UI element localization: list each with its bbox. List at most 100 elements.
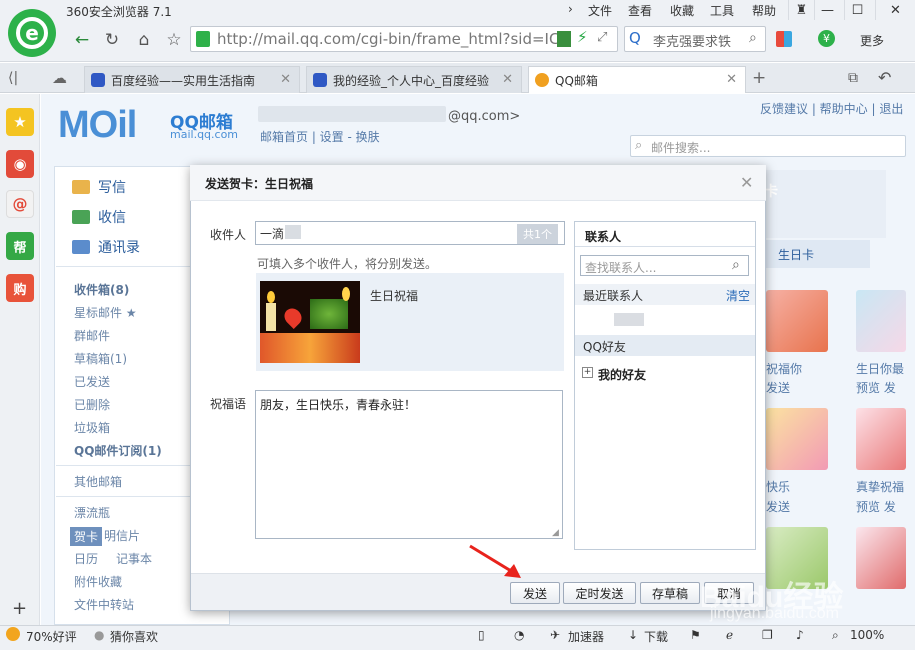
browser-logo[interactable]: e <box>8 9 56 57</box>
expand-plus-icon[interactable]: + <box>582 367 593 378</box>
card-thumbnail[interactable] <box>856 290 906 352</box>
app-attachments[interactable]: 附件收藏 <box>74 573 122 590</box>
zoom-icon[interactable]: ⌕ <box>832 628 839 643</box>
app-notes[interactable]: 记事本 <box>116 550 152 567</box>
cloud-icon[interactable]: ☁ <box>52 69 67 87</box>
qrcode-icon[interactable] <box>557 31 571 47</box>
tab-close-icon[interactable]: ✕ <box>502 72 513 87</box>
search-box[interactable]: Q 李克强要求铁 ⌕ <box>624 26 766 52</box>
guess-you-like[interactable]: 猜你喜欢 <box>110 628 158 645</box>
weibo-icon[interactable]: ◉ <box>6 150 34 178</box>
new-tab-icon[interactable]: + <box>752 68 766 88</box>
download-icon[interactable]: ↓ <box>628 628 638 642</box>
folder-drafts[interactable]: 草稿箱(1) <box>74 350 127 367</box>
app-calendar[interactable]: 日历 <box>74 550 98 567</box>
search-engine-icon[interactable]: Q <box>629 29 641 47</box>
skin-icon[interactable]: ♜ <box>788 0 814 20</box>
folder-group[interactable]: 群邮件 <box>74 327 110 344</box>
tab-birthday-card[interactable]: 生日卡 <box>766 240 870 268</box>
apps-grid-icon[interactable] <box>776 31 792 47</box>
mail-search-input[interactable]: ⌕ 邮件搜索... <box>630 135 906 157</box>
card-send-link[interactable]: 发送 <box>766 498 790 515</box>
ie-icon[interactable]: ℯ <box>726 628 733 642</box>
header-links[interactable]: 邮箱首页 | 设置 - 换肤 <box>260 128 380 145</box>
accelerator-label[interactable]: 加速器 <box>568 628 604 645</box>
app-greeting-card[interactable]: 贺卡 <box>70 527 103 546</box>
zoom-level[interactable]: 100% <box>850 628 884 642</box>
menu-view[interactable]: 查看 <box>628 2 652 19</box>
recipient-value[interactable]: 一滴 <box>260 225 284 242</box>
speed-icon[interactable]: ◔ <box>514 628 524 642</box>
folder-other-mailboxes[interactable]: 其他邮箱 <box>74 473 122 490</box>
tab-baidu-jingyan[interactable]: 百度经验——实用生活指南 ✕ <box>84 66 300 93</box>
recent-contact-blurred[interactable] <box>614 313 644 326</box>
search-input[interactable]: 李克强要求铁 <box>653 31 731 50</box>
top-links[interactable]: 反馈建议 | 帮助中心 | 退出 <box>760 100 903 117</box>
card-thumbnail[interactable] <box>766 408 828 470</box>
minimize-icon[interactable]: — <box>814 0 840 20</box>
card-preview-link[interactable]: 预览 发 <box>856 379 896 396</box>
folder-deleted[interactable]: 已删除 <box>74 396 110 413</box>
currency-icon[interactable]: ¥ <box>818 30 835 47</box>
card-thumbnail[interactable] <box>856 408 906 470</box>
menu-help[interactable]: 帮助 <box>752 2 776 19</box>
download-label[interactable]: 下载 <box>644 628 668 645</box>
save-draft-button[interactable]: 存草稿 <box>640 582 700 604</box>
menu-arrow-icon[interactable]: › <box>568 2 573 16</box>
folder-sent[interactable]: 已发送 <box>74 373 110 390</box>
email-at-icon[interactable]: @ <box>6 190 34 218</box>
menu-file[interactable]: 文件 <box>588 2 612 19</box>
window-icon[interactable]: ❐ <box>762 628 773 642</box>
app-postcard[interactable]: 明信片 <box>104 527 140 544</box>
accelerator-icon[interactable]: ✈ <box>550 628 560 642</box>
card-send-link[interactable]: 发送 <box>766 379 790 396</box>
clear-recent-link[interactable]: 清空 <box>726 287 750 304</box>
app-drift-bottle[interactable]: 漂流瓶 <box>74 504 110 521</box>
rating-text[interactable]: 70%好评 <box>26 628 77 645</box>
mail-logo[interactable]: MOil <box>58 104 137 147</box>
phone-icon[interactable]: ▯ <box>478 628 485 642</box>
favorite-star-icon[interactable]: ☆ <box>162 28 186 52</box>
contacts-button[interactable]: 通讯录 <box>72 237 140 257</box>
lightning-icon[interactable]: ⚡ <box>577 28 588 46</box>
search-icon[interactable]: ⌕ <box>732 257 740 273</box>
app-file-transfer[interactable]: 文件中转站 <box>74 596 134 613</box>
compose-button[interactable]: 写信 <box>72 177 126 197</box>
more-button[interactable]: 更多 <box>860 32 884 49</box>
expand-icon[interactable]: ⤢ <box>597 30 607 45</box>
shopping-icon[interactable]: 购 <box>6 274 34 302</box>
flag-icon[interactable]: ⚑ <box>690 628 701 642</box>
help-bang-icon[interactable]: 帮 <box>6 232 34 260</box>
home-icon[interactable]: ⌂ <box>132 28 156 52</box>
card-preview-link[interactable]: 预览 发 <box>856 498 896 515</box>
send-button[interactable]: 发送 <box>510 582 560 604</box>
maximize-icon[interactable]: ☐ <box>844 0 870 20</box>
tab-close-icon[interactable]: ✕ <box>280 72 291 87</box>
tab-list-icon[interactable]: ⧉ <box>848 70 858 86</box>
my-friends-group[interactable]: 我的好友 <box>598 366 646 383</box>
wish-text[interactable]: 朋友，生日快乐，青春永驻！ <box>260 396 416 413</box>
menu-tools[interactable]: 工具 <box>710 2 734 19</box>
dialog-close-icon[interactable]: ✕ <box>740 173 753 192</box>
tab-my-experience[interactable]: 我的经验_个人中心_百度经验 ✕ <box>306 66 522 93</box>
refresh-icon[interactable]: ↻ <box>100 28 124 52</box>
tab-close-icon[interactable]: ✕ <box>726 72 737 87</box>
tab-qq-mail[interactable]: QQ邮箱 ✕ <box>528 66 746 93</box>
window-close-icon[interactable]: ✕ <box>875 0 915 20</box>
receive-button[interactable]: 收信 <box>72 207 126 227</box>
resize-grip-icon[interactable]: ◢ <box>552 528 559 538</box>
card-thumbnail[interactable] <box>856 527 906 589</box>
undo-close-icon[interactable]: ↶ <box>878 68 891 87</box>
add-tool-icon[interactable]: + <box>12 598 27 619</box>
tab-scroll-left-icon[interactable]: ⟨| <box>8 70 18 86</box>
folder-inbox[interactable]: 收件箱(8) <box>74 281 129 298</box>
contact-search-input[interactable]: 查找联系人... ⌕ <box>580 255 749 276</box>
favorites-star-icon[interactable]: ★ <box>6 108 34 136</box>
back-icon[interactable]: ← <box>70 28 94 52</box>
address-bar[interactable]: http://mail.qq.com/cgi-bin/frame_html?si… <box>190 26 618 52</box>
search-icon[interactable]: ⌕ <box>749 30 757 46</box>
sound-icon[interactable]: ♪ <box>796 628 804 642</box>
folder-spam[interactable]: 垃圾箱 <box>74 419 110 436</box>
folder-subscriptions[interactable]: QQ邮件订阅(1) <box>74 442 162 459</box>
card-thumbnail[interactable] <box>766 290 828 352</box>
